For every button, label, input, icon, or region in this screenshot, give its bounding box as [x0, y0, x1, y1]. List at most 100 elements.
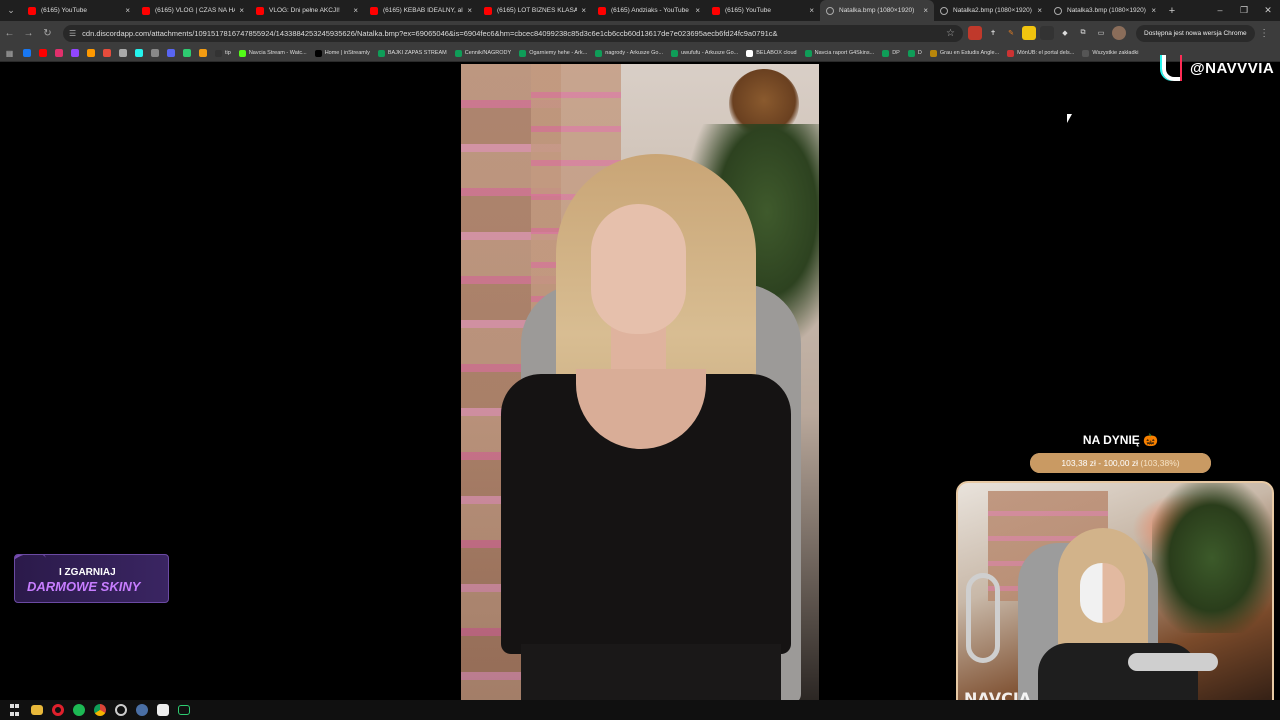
tab-8[interactable]: Natalka.bmp (1080×1920) × [820, 0, 934, 21]
bookmark-favicon-icon [595, 49, 603, 57]
spotify-icon[interactable] [73, 704, 85, 716]
forward-button[interactable]: → [19, 28, 38, 39]
tab-close-icon[interactable]: × [125, 6, 130, 15]
restore-icon[interactable]: ❐ [1232, 0, 1256, 21]
bookmark-list: tip Navcia Stream - Watc... Home | inStrea… [19, 49, 1142, 57]
bookmark-item[interactable]: Wszystkie zakładki [1082, 49, 1138, 57]
extension-icon-sword[interactable]: ✝ [986, 26, 1000, 40]
chrome-update-button[interactable]: Dostępna jest nowa wersja Chrome [1136, 24, 1255, 42]
bookmark-icon[interactable] [151, 49, 159, 57]
tab-title: Natalka2.bmp (1080×1920) [953, 7, 1032, 14]
bookmark-label: Navcia raport G4Skins... [814, 50, 875, 56]
bookmark-label: Navcia Stream - Watc... [248, 50, 307, 56]
opera-icon[interactable] [52, 704, 64, 716]
tab-close-icon[interactable]: × [1037, 6, 1042, 15]
bookmark-icon[interactable] [183, 49, 191, 57]
mouse-cursor [1067, 114, 1072, 123]
tab-close-icon[interactable]: × [695, 6, 700, 15]
bookmark-icon[interactable] [55, 49, 63, 57]
bookmark-favicon-icon [1007, 49, 1015, 57]
extension-icon-yellow[interactable] [1022, 26, 1036, 40]
youtube-icon [712, 6, 720, 15]
bookmark-item[interactable]: Navcia Stream - Watc... [238, 49, 307, 57]
tab-close-icon[interactable]: × [467, 6, 472, 15]
back-button[interactable]: ← [0, 28, 19, 39]
reload-button[interactable]: ↻ [38, 28, 57, 39]
bookmark-icon[interactable] [87, 49, 95, 57]
donation-goal-amount: 103,38 zł - 100,00 zł [1061, 458, 1138, 468]
tab-9[interactable]: Natalka2.bmp (1080×1920) × [934, 0, 1048, 21]
close-window-icon[interactable]: ✕ [1256, 0, 1280, 21]
image-natalka [461, 64, 819, 700]
apps-grid-icon[interactable]: ▦ [0, 49, 19, 58]
bookmark-label: BAJKI ZAPAS STREAM [387, 50, 447, 56]
profile-avatar[interactable] [1112, 26, 1126, 40]
site-info-icon[interactable]: ☰ [69, 29, 76, 38]
bookmark-favicon-icon [907, 49, 915, 57]
tab-close-icon[interactable]: × [581, 6, 586, 15]
bookmark-item[interactable]: Home | inStreamly [314, 49, 370, 57]
tab-1[interactable]: (6165) YouTube × [22, 0, 136, 21]
tab-7[interactable]: (6165) YouTube × [706, 0, 820, 21]
tab-10[interactable]: Natalka3.bmp (1080×1920) × [1048, 0, 1162, 21]
windows-start-icon[interactable] [6, 702, 22, 718]
extension-icon-red[interactable] [968, 26, 982, 40]
bookmark-icon[interactable] [39, 49, 47, 57]
file-explorer-icon[interactable] [31, 705, 43, 715]
tab-close-icon[interactable]: × [239, 6, 244, 15]
bookmark-item[interactable]: Cennik/NAGRODY [454, 49, 511, 57]
tab-search-icon[interactable]: ⌄ [0, 0, 22, 21]
extension-icon-diamond[interactable]: ◆ [1058, 26, 1072, 40]
bookmark-icon[interactable] [119, 49, 127, 57]
bookmark-icon[interactable] [71, 49, 79, 57]
tab-close-icon[interactable]: × [809, 6, 814, 15]
bookmark-item[interactable]: MónUB: el portal dels... [1007, 49, 1074, 57]
tab-title: VLOG: Dni pełne AKCJI! [269, 7, 340, 14]
bookmark-favicon-icon [804, 49, 812, 57]
tab-6[interactable]: (6165) Andziaks - YouTube × [592, 0, 706, 21]
terminal-icon[interactable] [178, 705, 190, 715]
youtube-icon [370, 6, 378, 15]
tab-3[interactable]: VLOG: Dni pełne AKCJI! × [250, 0, 364, 21]
steam-icon[interactable] [136, 704, 148, 716]
webcam-fan [966, 573, 1000, 663]
bookmark-item[interactable]: D [907, 49, 922, 57]
chrome-icon[interactable] [94, 704, 106, 716]
bookmark-icon[interactable] [103, 49, 111, 57]
obs-icon[interactable] [115, 704, 127, 716]
menu-kebab-icon[interactable]: ⋮ [1255, 28, 1274, 39]
bookmark-item[interactable]: Grau en Estudis Angle... [929, 49, 999, 57]
bookmark-star-icon[interactable]: ☆ [941, 28, 960, 39]
tab-close-icon[interactable]: × [1151, 6, 1156, 15]
tab-5[interactable]: (6165) LOT BIZNES KLASĄ z × [478, 0, 592, 21]
tiktok-handle: @NAVVVIA [1190, 59, 1275, 77]
tab-close-icon[interactable]: × [353, 6, 358, 15]
tab-2[interactable]: (6165) VLOG | CZAS NA HALL × [136, 0, 250, 21]
bookmark-item[interactable]: DP [882, 49, 900, 57]
bookmark-icon[interactable] [167, 49, 175, 57]
bookmark-icon[interactable] [199, 49, 207, 57]
extension-icon-pen[interactable]: ✎ [1004, 26, 1018, 40]
extensions-puzzle-icon[interactable]: ⧉ [1076, 26, 1090, 40]
tab-close-icon[interactable]: × [923, 6, 928, 15]
bookmark-icon[interactable] [23, 49, 31, 57]
tab-title: (6165) LOT BIZNES KLASĄ z [497, 7, 578, 14]
bookmark-item[interactable]: Navcia raport G4Skins... [804, 49, 875, 57]
bookmark-icon[interactable] [135, 49, 143, 57]
bookmark-favicon-icon [314, 49, 322, 57]
bookmark-item[interactable]: uwufufu - Arkusze Go... [671, 49, 738, 57]
bookmark-item[interactable]: Ogarniemy hehe - Ark... [519, 49, 587, 57]
app-icon[interactable] [157, 704, 169, 716]
new-tab-button[interactable]: + [1162, 5, 1182, 17]
bookmark-item[interactable]: BAJKI ZAPAS STREAM [377, 49, 447, 57]
bookmarks-bar: ▦ tip Navcia Stream - Watc... Home | inStr… [0, 45, 1280, 62]
address-bar[interactable]: ☰ cdn.discordapp.com/attachments/1091517… [63, 24, 963, 42]
bookmark-item[interactable]: BELABOX cloud [746, 49, 797, 57]
bookmark-favicon-icon [454, 49, 462, 57]
sidebar-icon[interactable]: ▭ [1094, 26, 1108, 40]
extension-icon-dark[interactable] [1040, 26, 1054, 40]
bookmark-item[interactable]: nagrody - Arkusze Go... [595, 49, 663, 57]
bookmark-item[interactable]: tip [215, 49, 231, 57]
minimize-icon[interactable]: – [1208, 0, 1232, 21]
tab-4[interactable]: (6165) KEBAB IDEALNY, ale n × [364, 0, 478, 21]
